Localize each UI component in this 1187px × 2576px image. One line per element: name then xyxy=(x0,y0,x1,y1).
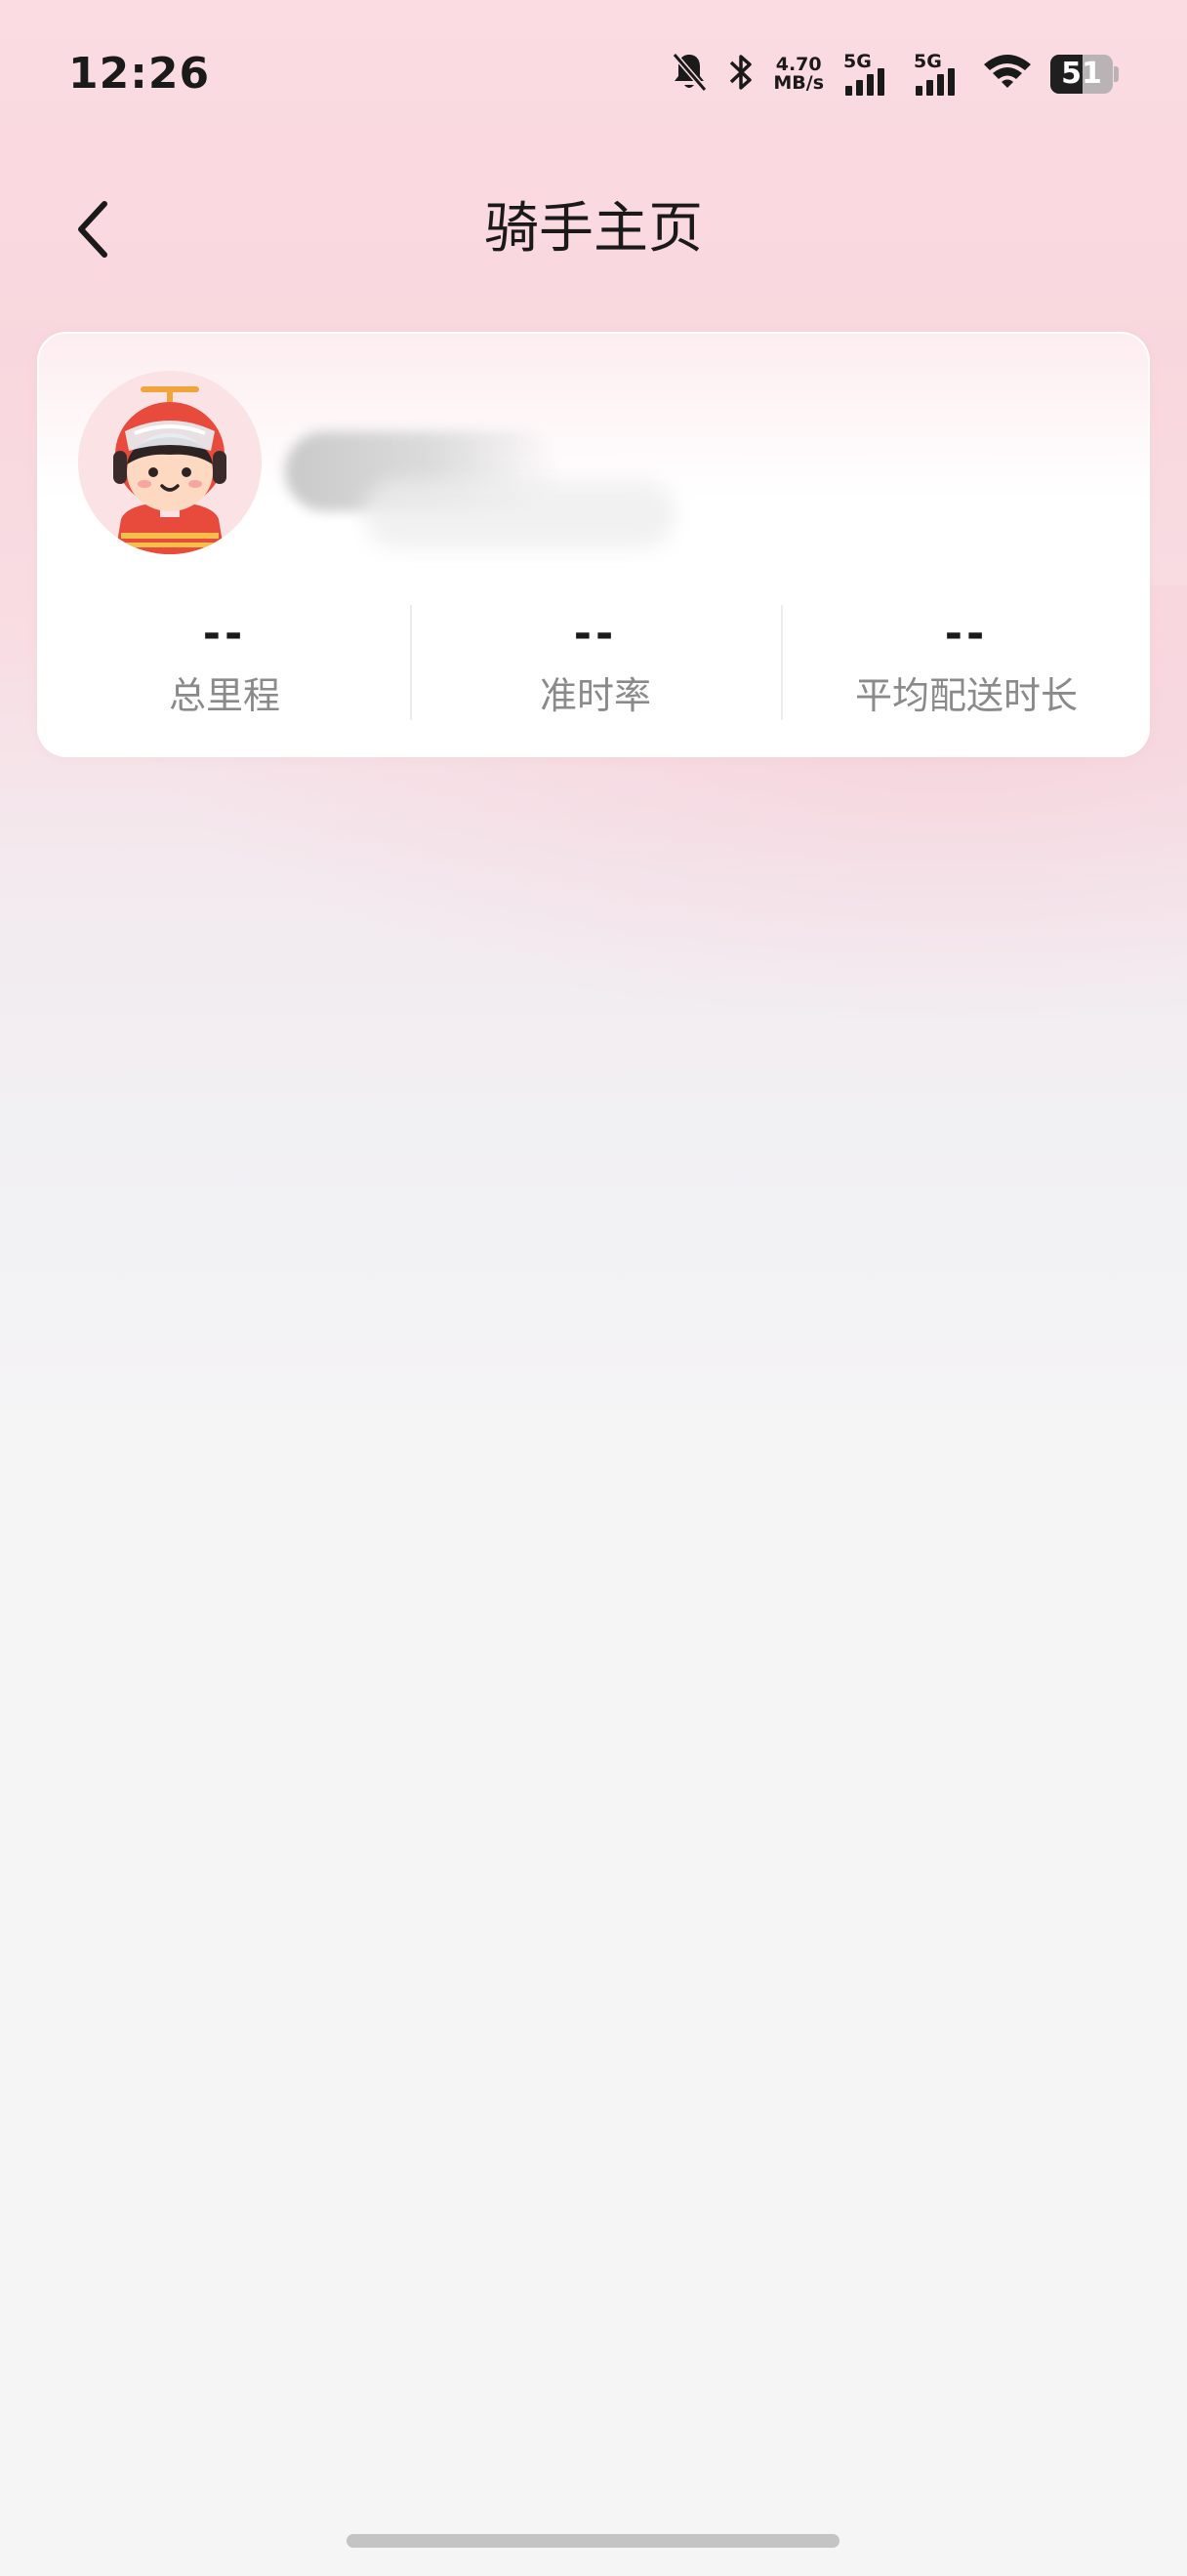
rider-name-redacted xyxy=(285,431,695,548)
chevron-left-icon xyxy=(78,201,107,258)
wifi-icon xyxy=(982,51,1033,98)
status-time: 12:26 xyxy=(68,49,211,99)
stat-value: -- xyxy=(573,609,618,659)
stat-label: 总里程 xyxy=(168,674,280,717)
battery-level: 51 xyxy=(1061,57,1102,91)
avatar[interactable] xyxy=(78,371,262,554)
stat-on-time-rate: -- 准时率 xyxy=(410,605,781,722)
signal-icon-2: 5G xyxy=(912,51,964,98)
rider-profile-card: -- 总里程 -- 准时率 -- 平均配送时长 xyxy=(37,332,1150,757)
status-icons: 4.70 MB/s 5G 5G 51 xyxy=(670,51,1119,98)
status-bar: 12:26 4.70 MB/s 5G 5G 51 xyxy=(0,0,1187,146)
page-title: 骑手主页 xyxy=(484,197,703,261)
stat-avg-delivery-time: -- 平均配送时长 xyxy=(781,605,1152,722)
stat-value: -- xyxy=(202,609,247,659)
signal-icon: 5G xyxy=(841,51,894,98)
stat-total-distance: -- 总里程 xyxy=(39,605,410,722)
bluetooth-icon xyxy=(726,51,756,98)
header: 骑手主页 xyxy=(0,176,1187,283)
stat-value: -- xyxy=(944,609,989,659)
rider-stats: -- 总里程 -- 准时率 -- 平均配送时长 xyxy=(39,605,1152,722)
battery-icon: 51 xyxy=(1050,55,1119,94)
network-speed-unit: MB/s xyxy=(773,72,824,94)
back-button[interactable] xyxy=(59,195,127,263)
bell-muted-icon xyxy=(670,51,709,98)
rider-avatar-icon xyxy=(113,386,226,554)
stat-label: 平均配送时长 xyxy=(854,674,1078,717)
network-speed: 4.70 MB/s xyxy=(773,56,824,93)
stat-label: 准时率 xyxy=(539,674,651,717)
home-indicator[interactable] xyxy=(347,2534,839,2548)
